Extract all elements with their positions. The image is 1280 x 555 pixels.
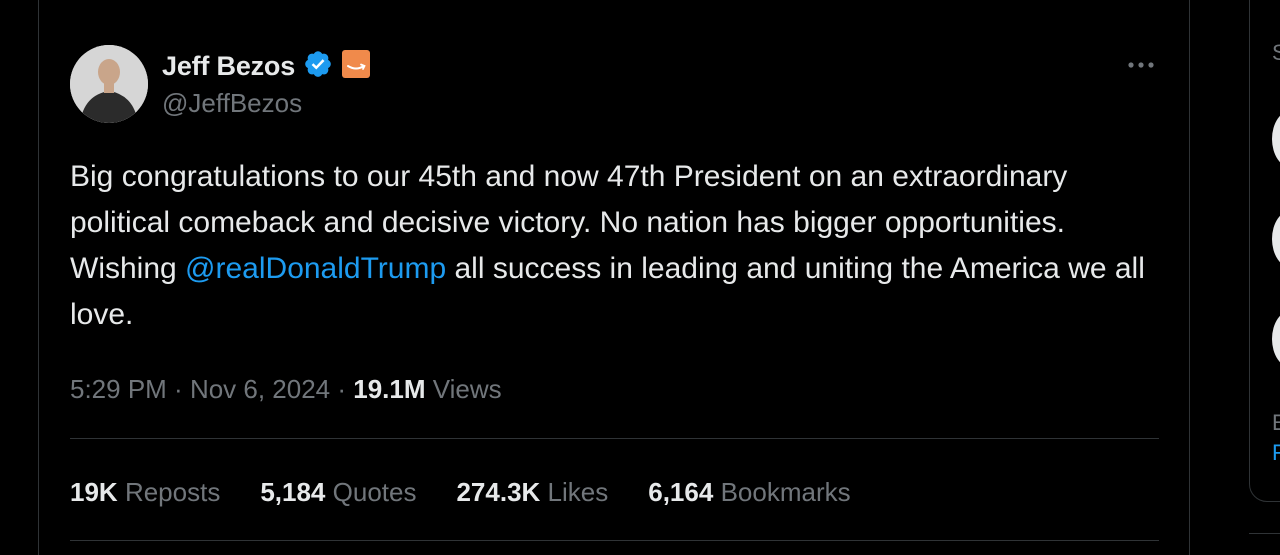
meta-separator: · xyxy=(330,373,354,404)
stat-count: 274.3K xyxy=(456,476,541,507)
more-horizontal-icon xyxy=(1128,62,1154,68)
tweet-text: Big congratulations to our 45th and now … xyxy=(70,154,1160,338)
avatar-photo xyxy=(70,45,148,123)
stat-label: Reposts xyxy=(124,476,221,507)
views-label: Views xyxy=(425,373,502,404)
stat-label: Quotes xyxy=(332,476,417,507)
amazon-logo-icon[interactable] xyxy=(341,49,371,84)
divider xyxy=(70,438,1159,439)
stat-count: 6,164 xyxy=(648,476,714,507)
stat-likes[interactable]: 274.3K Likes xyxy=(456,477,608,508)
stat-label: Likes xyxy=(547,476,609,507)
stat-label: Bookmarks xyxy=(720,476,851,507)
engagement-stats: 19K Reposts 5,184 Quotes 274.3K Likes 6,… xyxy=(70,474,851,510)
tweet-time[interactable]: 5:29 PM xyxy=(70,374,167,405)
meta-separator: · xyxy=(166,373,190,404)
author-avatar[interactable] xyxy=(70,45,148,123)
timeline-left-border xyxy=(38,0,39,555)
stat-quotes[interactable]: 5,184 Quotes xyxy=(260,477,416,508)
author-name-row[interactable]: Jeff Bezos xyxy=(162,48,371,84)
sidebar-link-fragment[interactable]: F xyxy=(1272,440,1280,466)
more-options-button[interactable] xyxy=(1124,55,1158,75)
verified-badge-icon[interactable] xyxy=(303,49,333,84)
stat-bookmarks[interactable]: 6,164 Bookmarks xyxy=(648,477,850,508)
tweet-meta: 5:29 PM · Nov 6, 2024 · 19.1M Views xyxy=(70,370,502,408)
stat-reposts[interactable]: 19K Reposts xyxy=(70,477,220,508)
sidebar-divider xyxy=(1249,533,1280,534)
author-handle[interactable]: @JeffBezos xyxy=(162,88,302,119)
timeline-right-border xyxy=(1189,0,1190,555)
stat-count: 19K xyxy=(70,476,118,507)
views-count: 19.1M xyxy=(353,373,426,404)
sidebar-text-fragment: E xyxy=(1272,410,1280,435)
sidebar-heading-fragment: S xyxy=(1272,40,1280,65)
divider xyxy=(70,540,1159,541)
author-name[interactable]: Jeff Bezos xyxy=(162,51,295,82)
tweet-date[interactable]: Nov 6, 2024 xyxy=(190,374,330,405)
mention-link[interactable]: @realDonaldTrump xyxy=(185,252,446,285)
stat-count: 5,184 xyxy=(260,476,326,507)
